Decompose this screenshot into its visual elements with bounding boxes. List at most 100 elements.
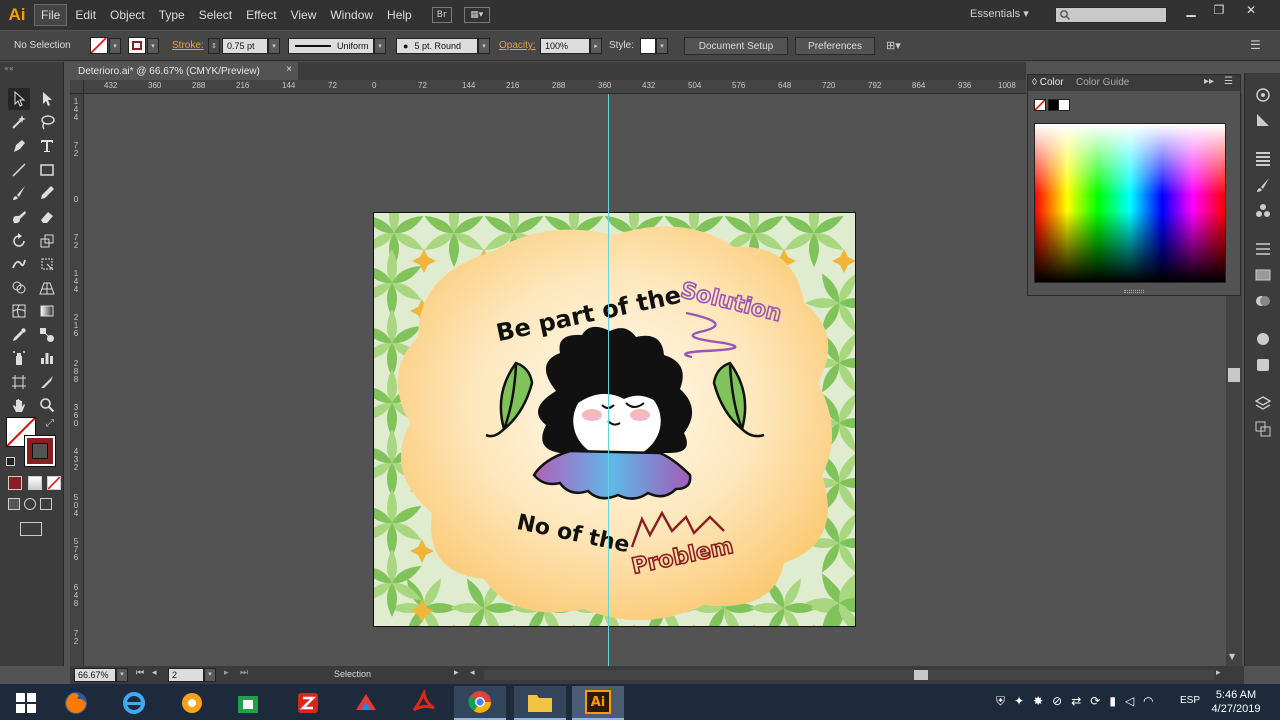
canvas[interactable]: Be part of the Solution No of the Proble… <box>84 94 1026 666</box>
zoom-tool[interactable] <box>36 394 58 416</box>
menu-select[interactable]: Select <box>193 5 238 25</box>
horizontal-ruler[interactable]: 432 360 288 216 144 72 0 72 144 216 288 … <box>84 80 1026 94</box>
drawing-modes[interactable] <box>8 498 58 512</box>
type-tool[interactable] <box>36 135 58 157</box>
taskbar-chrome[interactable] <box>454 686 506 720</box>
taskbar-store[interactable] <box>222 686 274 720</box>
scroll-left-icon[interactable]: ◂ <box>470 667 475 678</box>
panel-resize-handle[interactable] <box>1124 290 1144 293</box>
draw-normal-icon[interactable] <box>8 498 20 510</box>
scroll-right-icon[interactable]: ▸ <box>1216 667 1221 678</box>
tray-battery-icon[interactable]: ▮ <box>1109 694 1116 709</box>
search-input[interactable] <box>1055 7 1167 23</box>
none-mode-button[interactable] <box>47 476 61 490</box>
graphic-styles-icon[interactable] <box>1253 355 1273 375</box>
hand-tool[interactable] <box>8 394 30 416</box>
stroke-label[interactable]: Stroke: <box>172 40 204 51</box>
symbols-icon[interactable] <box>1253 201 1273 221</box>
opacity-dropdown[interactable]: ▸ <box>590 38 602 54</box>
taskbar-app-red[interactable] <box>282 686 334 720</box>
color-panel-icon[interactable] <box>1253 85 1273 105</box>
opacity-field[interactable]: 100% <box>540 38 590 54</box>
previous-artboard-icon[interactable]: ◂ <box>152 667 157 678</box>
horizontal-scroll-thumb[interactable] <box>914 670 928 680</box>
stroke-weight-field[interactable]: 0.75 pt <box>222 38 268 54</box>
first-artboard-icon[interactable]: ⏮ <box>136 667 144 678</box>
ruler-guide[interactable] <box>608 94 609 666</box>
stroke-dropdown[interactable]: ▾ <box>147 38 159 54</box>
transparency-icon[interactable] <box>1253 291 1273 311</box>
taskbar-firefox[interactable] <box>50 686 102 720</box>
artboard-dropdown[interactable]: ▾ <box>204 668 216 682</box>
layers-icon[interactable] <box>1253 393 1273 413</box>
tab-color-guide[interactable]: Color Guide <box>1076 77 1129 88</box>
arrange-documents-button[interactable]: ▦▾ <box>463 7 490 23</box>
system-tray[interactable]: ⛨ ✦ ✸ ⊘ ⇄ ⟳ ▮ ◁ ◠ <box>996 694 1154 709</box>
shape-builder-tool[interactable] <box>8 277 30 299</box>
fill-dropdown[interactable]: ▾ <box>109 38 121 54</box>
tray-app-icon[interactable]: ✦ <box>1014 694 1024 709</box>
tray-chevron-icon[interactable]: ⇄ <box>1071 694 1081 709</box>
magic-wand-tool[interactable] <box>8 111 30 133</box>
paintbrush-tool[interactable] <box>8 182 30 204</box>
free-transform-tool[interactable] <box>36 253 58 275</box>
scale-tool[interactable] <box>36 230 58 252</box>
close-tab-icon[interactable]: × <box>286 64 292 75</box>
color-panel-menu-icon[interactable]: ☰ <box>1224 76 1233 87</box>
tray-wifi-icon[interactable]: ◠ <box>1143 694 1153 709</box>
tray-volume-icon[interactable]: ◁ <box>1125 694 1134 709</box>
artboard[interactable]: Be part of the Solution No of the Proble… <box>373 212 856 627</box>
taskbar-app-orange[interactable] <box>166 686 218 720</box>
vertical-scroll-thumb[interactable] <box>1228 368 1240 382</box>
perspective-grid-tool[interactable] <box>36 277 58 299</box>
warp-tool[interactable] <box>8 253 30 275</box>
draw-behind-icon[interactable] <box>24 498 36 510</box>
appearance-icon[interactable] <box>1253 329 1273 349</box>
zoom-level-field[interactable]: 66.67% <box>74 668 116 682</box>
brush-dropdown[interactable]: ▾ <box>478 38 490 54</box>
artboards-icon[interactable] <box>1253 419 1273 439</box>
brushes-icon[interactable] <box>1253 175 1273 195</box>
tray-network-status-icon[interactable]: ⊘ <box>1052 694 1062 709</box>
blend-tool[interactable] <box>36 324 58 346</box>
minimize-icon[interactable]: ▁ <box>1178 2 1204 18</box>
eyedropper-tool[interactable] <box>8 324 30 346</box>
close-icon[interactable]: ✕ <box>1238 2 1264 18</box>
pen-tool[interactable] <box>8 135 30 157</box>
taskbar-internet-explorer[interactable] <box>108 686 160 720</box>
variable-width-profile[interactable]: Uniform <box>288 38 374 54</box>
stroke-color-box[interactable] <box>24 435 56 467</box>
preferences-button[interactable]: Preferences <box>795 37 875 55</box>
tray-sync-icon[interactable]: ⟳ <box>1090 694 1100 709</box>
graphic-style-swatch[interactable] <box>640 38 656 54</box>
taskbar-clock[interactable]: 5:46 AM 4/27/2019 <box>1206 688 1266 716</box>
selection-tool[interactable] <box>8 88 30 110</box>
screen-mode-icon[interactable] <box>20 522 42 536</box>
artboard-tool[interactable] <box>8 371 30 393</box>
menu-window[interactable]: Window <box>324 5 379 25</box>
default-colors-icon[interactable] <box>6 457 15 466</box>
taskbar-file-explorer[interactable] <box>514 686 566 720</box>
ruler-origin[interactable] <box>70 80 84 94</box>
draw-inside-icon[interactable] <box>40 498 52 510</box>
brush-definition[interactable]: ● 5 pt. Round <box>396 38 478 54</box>
rotate-tool[interactable] <box>8 230 30 252</box>
line-segment-tool[interactable] <box>8 159 30 181</box>
stroke-swatch[interactable] <box>128 37 146 54</box>
profile-dropdown[interactable]: ▾ <box>374 38 386 54</box>
color-guide-icon[interactable] <box>1253 110 1273 130</box>
direct-selection-tool[interactable] <box>36 88 58 110</box>
opacity-label[interactable]: Opacity: <box>499 40 536 51</box>
document-setup-button[interactable]: Document Setup <box>684 37 788 55</box>
eraser-tool[interactable] <box>36 206 58 228</box>
taskbar-illustrator[interactable]: Ai <box>572 686 624 720</box>
menu-type[interactable]: Type <box>153 5 191 25</box>
gradient-panel-icon[interactable] <box>1253 265 1273 285</box>
gradient-tool[interactable] <box>36 300 58 322</box>
pencil-tool[interactable] <box>36 182 58 204</box>
collapse-icon[interactable]: «« <box>4 64 14 73</box>
tray-shield-icon[interactable]: ⛨ <box>996 694 1005 709</box>
lasso-tool[interactable] <box>36 111 58 133</box>
white-swatch[interactable] <box>1058 99 1070 111</box>
mesh-tool[interactable] <box>8 300 30 322</box>
